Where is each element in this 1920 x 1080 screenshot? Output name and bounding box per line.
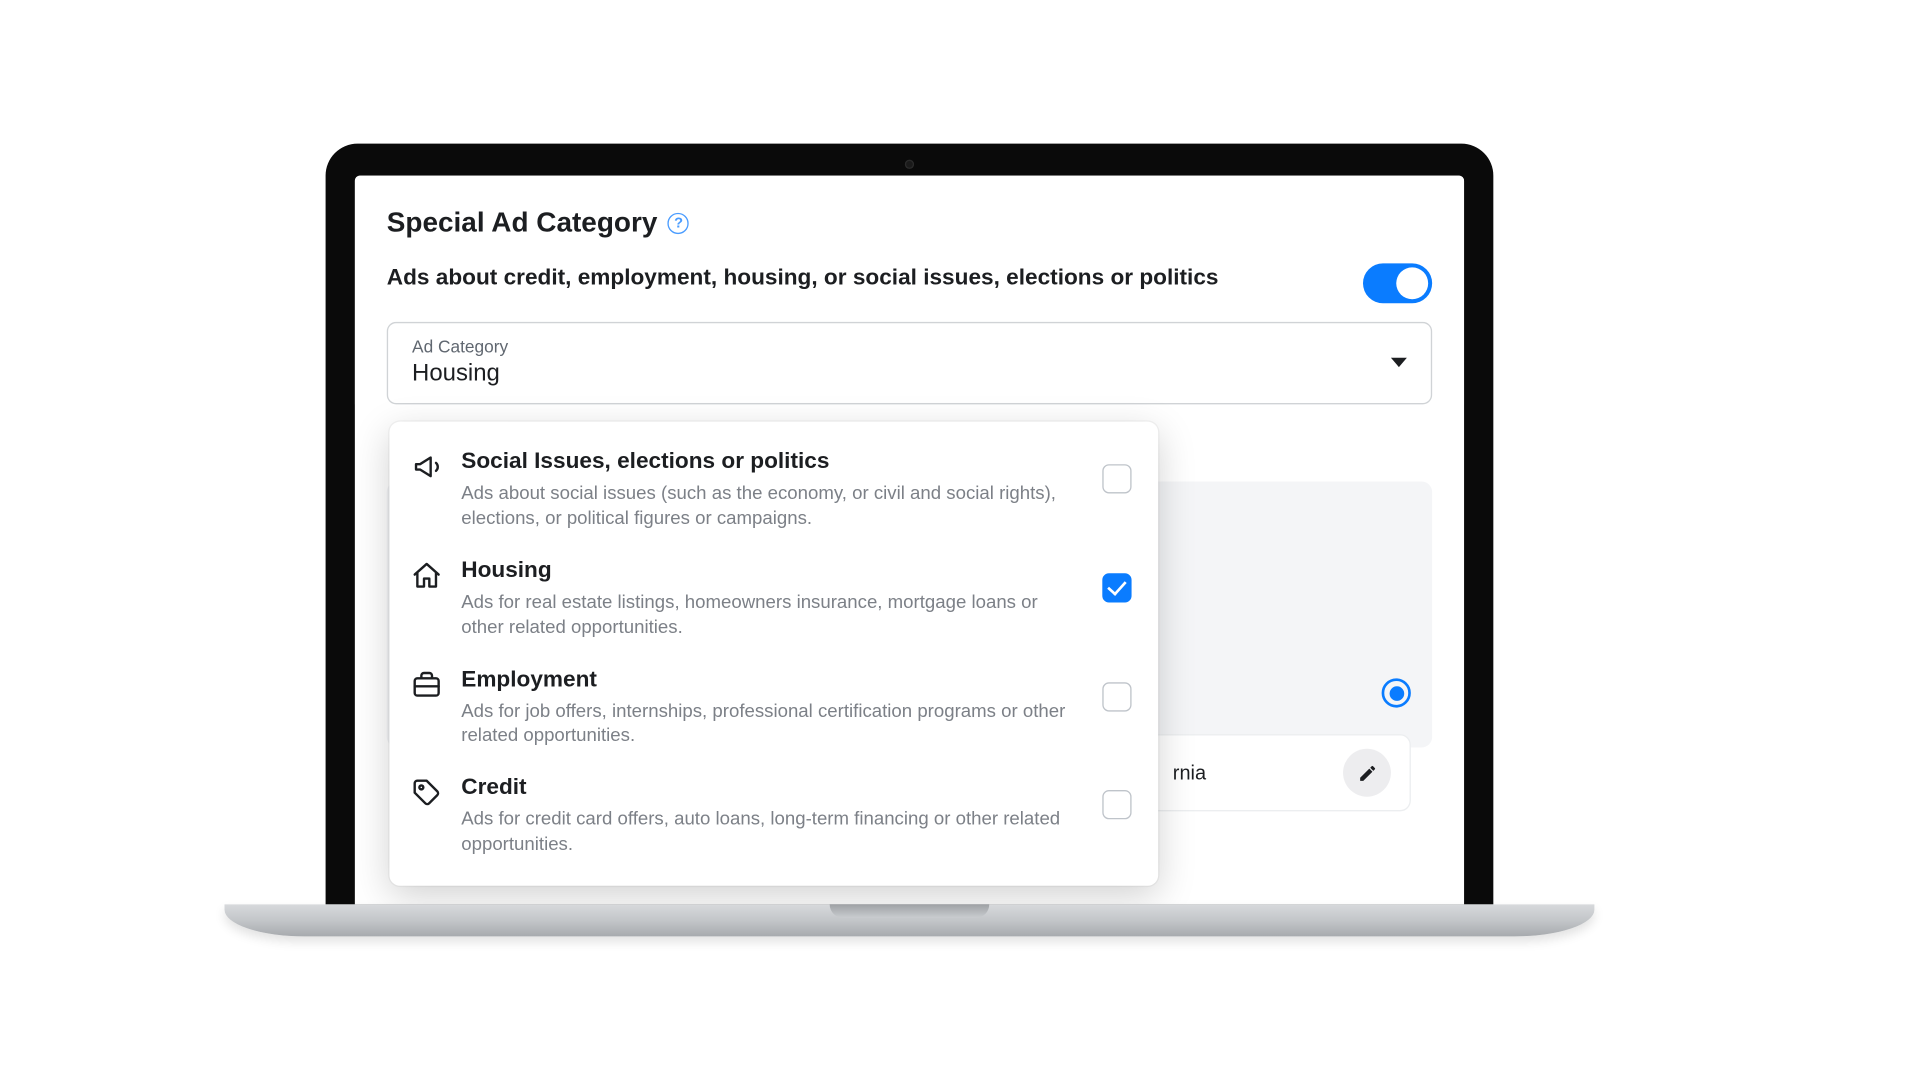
- option-checkbox[interactable]: [1102, 790, 1131, 819]
- content-area: Special Ad Category ? Ads about credit, …: [355, 176, 1464, 405]
- option-title: Housing: [461, 557, 1083, 584]
- option-housing[interactable]: Housing Ads for real estate listings, ho…: [389, 544, 1158, 653]
- megaphone-icon: [411, 451, 443, 483]
- briefcase-icon: [411, 668, 443, 700]
- house-icon: [411, 560, 443, 592]
- option-desc: Ads about social issues (such as the eco…: [461, 480, 1083, 530]
- select-labels: Ad Category Housing: [412, 337, 508, 388]
- laptop-frame: Special Ad Category ? Ads about credit, …: [326, 144, 1595, 937]
- help-icon[interactable]: ?: [668, 213, 689, 234]
- option-checkbox[interactable]: [1102, 682, 1131, 711]
- option-employment[interactable]: Employment Ads for job offers, internshi…: [389, 652, 1158, 761]
- option-title: Employment: [461, 666, 1083, 693]
- option-checkbox[interactable]: [1102, 573, 1131, 602]
- option-title: Credit: [461, 775, 1083, 802]
- laptop-base: [225, 904, 1595, 936]
- toggle-row: Ads about credit, employment, housing, o…: [387, 263, 1432, 303]
- option-desc: Ads for job offers, internships, profess…: [461, 698, 1083, 748]
- option-desc: Ads for credit card offers, auto loans, …: [461, 806, 1083, 856]
- select-field-label: Ad Category: [412, 337, 508, 357]
- option-desc: Ads for real estate listings, homeowners…: [461, 589, 1083, 639]
- option-checkbox[interactable]: [1102, 464, 1131, 493]
- option-social[interactable]: Social Issues, elections or politics Ads…: [389, 435, 1158, 544]
- chevron-down-icon: [1391, 357, 1407, 366]
- laptop-notch: [830, 904, 990, 917]
- screen: Special Ad Category ? Ads about credit, …: [355, 176, 1464, 905]
- page-title: Special Ad Category: [387, 207, 658, 239]
- select-field-value: Housing: [412, 359, 508, 387]
- camera-dot: [905, 160, 914, 169]
- option-credit[interactable]: Credit Ads for credit card offers, auto …: [389, 761, 1158, 870]
- radio-selected[interactable]: [1382, 678, 1411, 707]
- toggle-label: Ads about credit, employment, housing, o…: [387, 263, 1219, 294]
- screen-bezel: Special Ad Category ? Ads about credit, …: [326, 144, 1494, 905]
- toggle-knob: [1396, 267, 1428, 299]
- edit-button[interactable]: [1343, 749, 1391, 797]
- pencil-icon: [1357, 763, 1377, 783]
- category-toggle[interactable]: [1363, 263, 1432, 303]
- ad-category-select[interactable]: Ad Category Housing: [387, 322, 1432, 404]
- option-title: Social Issues, elections or politics: [461, 448, 1083, 475]
- tag-icon: [411, 777, 443, 809]
- ad-category-dropdown[interactable]: Social Issues, elections or politics Ads…: [389, 422, 1158, 886]
- header-row: Special Ad Category ?: [387, 207, 1432, 239]
